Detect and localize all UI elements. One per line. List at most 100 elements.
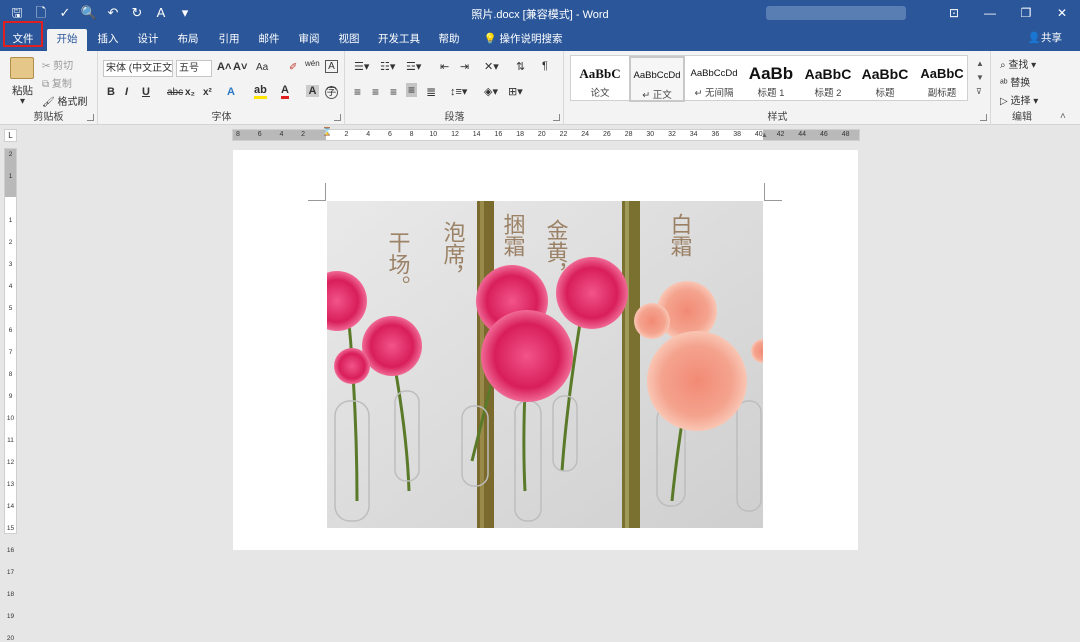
paste-icon[interactable] (10, 57, 34, 79)
vertical-ruler[interactable]: 2 1 1 2 3 4 5 6 7 8 9 10 11 12 13 14 15 16 17 18 19 20 (4, 148, 17, 642)
copy-icon: ⧉ (42, 79, 50, 90)
style-heading-1[interactable]: AaBb 标题 1 (743, 56, 799, 102)
style-subtitle[interactable]: AaBbC 副标题 (914, 56, 970, 102)
italic-button[interactable]: I (125, 86, 128, 98)
close-button[interactable]: ✕ (1044, 0, 1080, 26)
ruler-tick: 7 (8, 349, 13, 356)
collapse-ribbon-icon[interactable]: ˄ (1060, 111, 1066, 122)
chinese-layout-icon[interactable]: ✕▾ (484, 60, 499, 73)
tab-insert[interactable]: 插入 (90, 29, 126, 51)
clear-format-icon[interactable]: ✐ (289, 62, 297, 73)
indent-marker-icon[interactable]: ⌛ (322, 127, 332, 136)
account-info[interactable] (766, 6, 906, 20)
font-size-combo[interactable]: 五号 (176, 60, 212, 77)
horizontal-ruler[interactable]: 8 6 4 2 2 4 6 8 10 12 14 16 18 20 22 24 26 28 30 32 34 36 38 40… (232, 127, 860, 141)
calligraphy-text: 白霜 (667, 213, 693, 257)
ruler-tick: 17 (6, 569, 15, 576)
style-heading-2[interactable]: AaBbC 标题 2 (800, 56, 856, 102)
share-button[interactable]: 👤共享 (1028, 30, 1062, 45)
strikethrough-button[interactable]: abc (167, 87, 183, 98)
paste-dropdown-icon[interactable]: ▾ (20, 96, 25, 107)
style-no-spacing[interactable]: AaBbCcDd ↵ 无间隔 (686, 56, 742, 102)
tell-me-search[interactable]: 💡 操作说明搜索 (478, 29, 568, 51)
underline-button[interactable]: U (142, 86, 150, 98)
paragraph-label: 段落 (444, 112, 465, 123)
bold-button[interactable]: B (107, 86, 115, 98)
show-marks-icon[interactable]: ¶ (542, 60, 548, 72)
clipboard-launcher[interactable] (87, 114, 94, 121)
tab-developer[interactable]: 开发工具 (374, 29, 424, 51)
shrink-font-button[interactable]: A˅ (233, 61, 247, 73)
replace-icon: ᵃᵇ (1000, 78, 1008, 89)
select-button[interactable]: ▷ 选择 ▾ (1000, 92, 1038, 107)
align-right-icon[interactable]: ≡ (390, 85, 397, 99)
styles-scroll[interactable]: ▲ ▼ ⊽ (976, 57, 984, 99)
subscript-button[interactable]: x₂ (185, 87, 195, 98)
text-effects-button[interactable]: A (227, 86, 235, 98)
ribbon-tabs: 文件 开始 插入 设计 布局 引用 邮件 审阅 视图 开发工具 帮助 💡 操作说… (0, 26, 1080, 51)
ribbon-display-button[interactable]: ⊡ (936, 0, 972, 26)
tab-view[interactable]: 视图 (331, 29, 367, 51)
tab-references[interactable]: 引用 (211, 29, 247, 51)
paragraph-launcher[interactable] (553, 114, 560, 121)
tab-layout[interactable]: 布局 (170, 29, 206, 51)
justify-icon[interactable]: ≡ (406, 83, 418, 97)
chrysanthemum-photo[interactable]: 干场。 泡席， 捆霜 金黄， 白霜 (327, 201, 763, 528)
cut-button[interactable]: ✂ 剪切 (42, 57, 73, 72)
style-name: 副标题 (927, 88, 957, 99)
line-spacing-icon[interactable]: ↕≡▾ (450, 85, 467, 98)
grow-font-button[interactable]: A˄ (217, 61, 231, 73)
right-indent-icon[interactable]: ▲ (761, 132, 768, 139)
restore-button[interactable]: ❐ (1008, 0, 1044, 26)
char-border-button[interactable]: A (325, 60, 338, 73)
font-name-combo[interactable]: 宋体 (中文正文) (103, 60, 173, 77)
tab-help[interactable]: 帮助 (431, 29, 467, 51)
phonetic-guide-button[interactable]: wén (305, 59, 320, 68)
font-launcher[interactable] (334, 114, 341, 121)
change-case-button[interactable]: Aa (256, 62, 268, 73)
find-button[interactable]: ⌕ 查找 ▾ (1000, 56, 1036, 71)
ruler-tick: 4 (8, 283, 13, 290)
ruler-tick: 15 (6, 525, 15, 532)
ruler-tick: 8 (8, 371, 13, 378)
char-shading-button[interactable]: A (306, 85, 319, 97)
minimize-button[interactable]: — (972, 0, 1008, 26)
style-normal[interactable]: AaBbCcDd ↵ 正文 (629, 56, 685, 102)
replace-button[interactable]: ᵃᵇ 替换 (1000, 74, 1030, 89)
ruler-tick: 30 (646, 131, 655, 138)
person-icon: 👤 (1027, 32, 1041, 44)
increase-indent-icon[interactable]: ⇥ (460, 60, 469, 73)
paragraph-group: ☰▾ ☷▾ ☲▾ ⇤ ⇥ ✕▾ ⇅ ¶ ≡ ≡ ≡ ≡ ≣ ↕≡▾ ◈▾ ⊞▾ … (346, 51, 564, 125)
ruler-tick: 34 (689, 131, 698, 138)
ruler-tick: 32 (668, 131, 676, 138)
tab-home[interactable]: 开始 (47, 29, 87, 51)
tab-selector[interactable]: L (4, 129, 17, 142)
decrease-indent-icon[interactable]: ⇤ (440, 60, 449, 73)
enclose-char-button[interactable]: 字 (325, 86, 338, 99)
title-bar: 🖫 🗋 ✓ 🔍 ↶ ↻ A ▾ 照片.docx [兼容模式] - Word ⊡ … (0, 0, 1080, 26)
multilevel-list-icon[interactable]: ☲▾ (406, 60, 421, 73)
ruler-tick: 2 (8, 151, 13, 158)
ruler-tick: 4 (279, 131, 284, 138)
tab-mailings[interactable]: 邮件 (251, 29, 287, 51)
replace-label: 替换 (1010, 78, 1031, 89)
distributed-icon[interactable]: ≣ (426, 85, 436, 99)
align-left-icon[interactable]: ≡ (354, 85, 361, 99)
sort-icon[interactable]: ⇅ (516, 60, 525, 73)
highlight-icon[interactable]: ab (254, 84, 267, 99)
copy-button[interactable]: ⧉ 复制 (42, 75, 72, 90)
borders-icon[interactable]: ⊞▾ (508, 85, 523, 98)
shading-icon[interactable]: ◈▾ (484, 85, 498, 98)
style-title[interactable]: AaBbC 标题 (857, 56, 913, 102)
format-painter-button[interactable]: 🖌 格式刷 (42, 93, 87, 108)
styles-launcher[interactable] (980, 114, 987, 121)
tab-design[interactable]: 设计 (130, 29, 166, 51)
numbering-icon[interactable]: ☷▾ (380, 60, 395, 73)
superscript-button[interactable]: x² (203, 87, 212, 98)
share-label: 共享 (1041, 32, 1062, 44)
bullets-icon[interactable]: ☰▾ (354, 60, 369, 73)
align-center-icon[interactable]: ≡ (372, 85, 379, 99)
tab-review[interactable]: 审阅 (291, 29, 327, 51)
font-color-icon[interactable]: A (281, 84, 289, 99)
style-lunwen[interactable]: AaBbC 论文 (572, 56, 628, 102)
